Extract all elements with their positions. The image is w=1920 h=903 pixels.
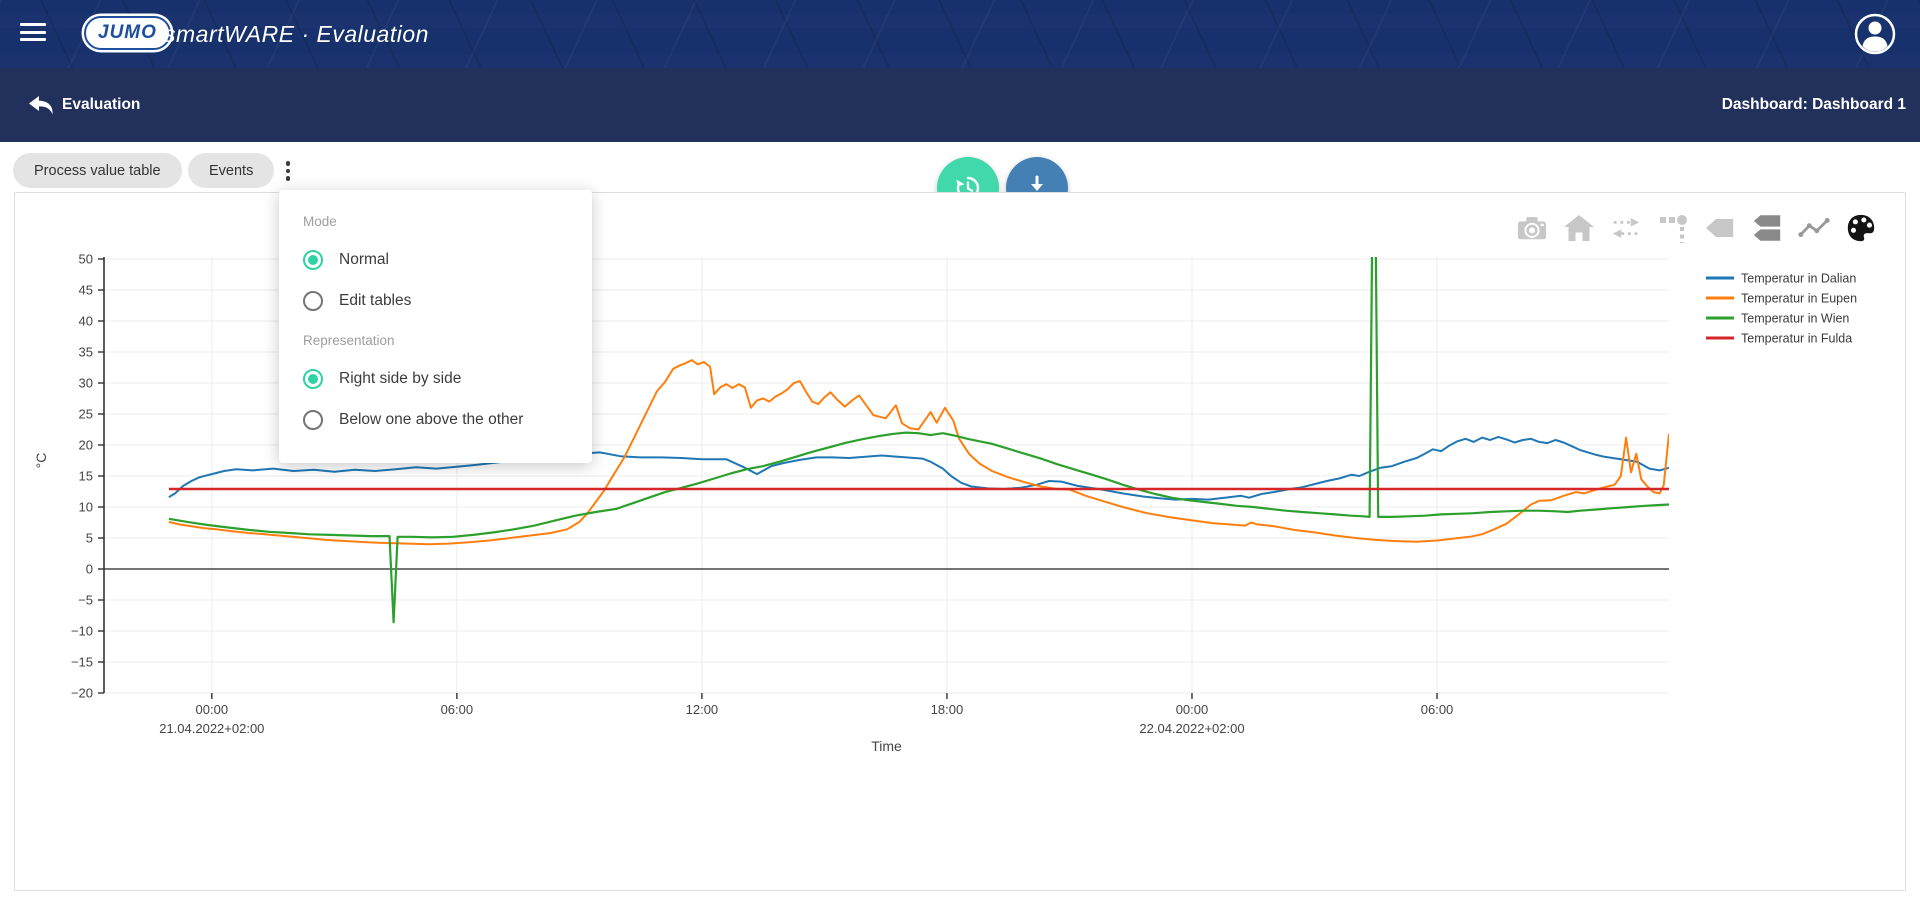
y-tick-label: 50	[79, 252, 93, 267]
y-tick-label: 20	[79, 438, 93, 453]
x-tick-label: 12:00	[686, 702, 719, 717]
y-tick-label: 5	[86, 531, 93, 546]
menu-option[interactable]: Edit tables	[303, 291, 592, 311]
y-tick-label: 25	[79, 407, 93, 422]
jumo-logo: JUMO	[84, 16, 171, 50]
menu-option-label: Normal	[339, 251, 389, 269]
legend-label[interactable]: Temperatur in Wien	[1741, 312, 1849, 326]
menu-option[interactable]: Normal	[303, 250, 592, 270]
dashboard-label: Dashboard: Dashboard 1	[1722, 68, 1906, 142]
menu-section-representation-label: Representation	[303, 311, 592, 348]
menu-option-label: Right side by side	[339, 370, 461, 388]
legend-label[interactable]: Temperatur in Fulda	[1741, 332, 1852, 346]
back-icon[interactable]	[28, 95, 54, 117]
tab-events[interactable]: Events	[188, 153, 274, 188]
y-tick-label: −15	[71, 655, 93, 670]
top-bar: JUMO smartWARE · Evaluation	[0, 0, 1920, 68]
y-axis-title: °C	[33, 453, 49, 469]
x-tick-label: 06:00	[1421, 702, 1454, 717]
menu-option-label: Below one above the other	[339, 411, 523, 429]
x-tick-label: 18:00	[931, 702, 964, 717]
x-tick-label: 00:00	[1176, 702, 1209, 717]
y-tick-label: 15	[79, 469, 93, 484]
x-tick-label: 00:00	[196, 702, 229, 717]
tab-process-value-table[interactable]: Process value table	[13, 153, 182, 188]
y-tick-label: −5	[78, 593, 93, 608]
y-tick-label: 10	[79, 500, 93, 515]
options-menu: Mode Normal Edit tables Representation Ri…	[279, 190, 592, 463]
menu-option[interactable]: Below one above the other	[303, 410, 592, 430]
menu-section-mode-label: Mode	[303, 190, 592, 229]
y-tick-label: 45	[79, 283, 93, 298]
menu-section-representation: Right side by side Below one above the ot…	[279, 369, 592, 430]
y-tick-label: 30	[79, 376, 93, 391]
menu-section-mode: Normal Edit tables	[279, 250, 592, 311]
x-tick-date-label: 22.04.2022+02:00	[1139, 721, 1244, 736]
radio-unselected-icon[interactable]	[303, 410, 323, 430]
sub-bar: Evaluation Dashboard: Dashboard 1	[0, 68, 1920, 142]
hamburger-menu-icon[interactable]	[20, 23, 46, 44]
radio-selected-icon[interactable]	[303, 369, 323, 389]
app-title: smartWARE · Evaluation	[164, 0, 429, 68]
x-axis-title: Time	[871, 738, 902, 754]
y-tick-label: −20	[71, 686, 93, 701]
jumo-logo-text: JUMO	[98, 22, 157, 44]
kebab-menu-icon[interactable]	[280, 156, 296, 186]
page-title: Evaluation	[62, 68, 140, 142]
legend-label[interactable]: Temperatur in Eupen	[1741, 292, 1857, 306]
menu-option-label: Edit tables	[339, 292, 411, 310]
x-tick-label: 06:00	[441, 702, 474, 717]
user-avatar-icon[interactable]	[1854, 13, 1896, 55]
menu-option[interactable]: Right side by side	[303, 369, 592, 389]
y-tick-label: 40	[79, 314, 93, 329]
radio-unselected-icon[interactable]	[303, 291, 323, 311]
y-tick-label: 0	[86, 562, 93, 577]
y-tick-label: 35	[79, 345, 93, 360]
y-tick-label: −10	[71, 624, 93, 639]
legend-label[interactable]: Temperatur in Dalian	[1741, 272, 1856, 286]
x-tick-date-label: 21.04.2022+02:00	[159, 721, 264, 736]
radio-selected-icon[interactable]	[303, 250, 323, 270]
